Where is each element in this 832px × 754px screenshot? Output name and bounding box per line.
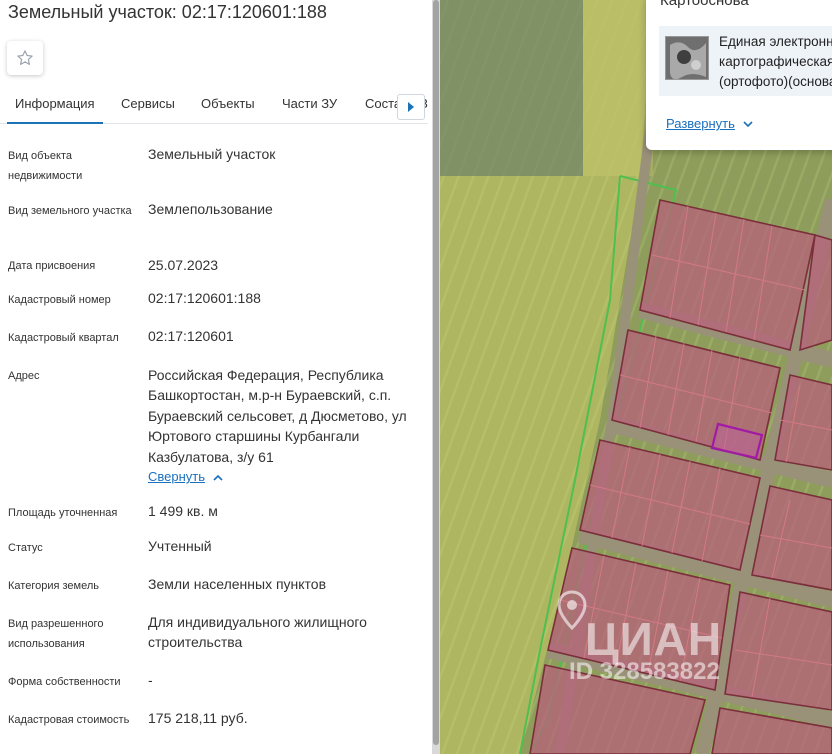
watermark: ЦИАН ID 328583822: [555, 586, 765, 696]
chevron-right-icon: [408, 102, 414, 112]
layer-description: Единая электронная картографическая (орт…: [719, 32, 832, 92]
row-value: 175 218,11 руб.: [148, 710, 248, 726]
layer-card-title: Картооснова: [660, 0, 749, 9]
row-value: Землепользование: [148, 201, 273, 217]
row-value: 1 499 кв. м: [148, 503, 218, 519]
row-label: Кадастровый номер: [8, 294, 111, 306]
row-label: Кадастровая стоимость: [8, 714, 130, 726]
collapse-label: Свернуть: [148, 469, 206, 484]
tab-land-parts[interactable]: Части ЗУ: [282, 96, 337, 111]
tab-information[interactable]: Информация: [7, 96, 103, 124]
layer-line: Единая электронная: [719, 34, 832, 49]
layer-item[interactable]: Единая электронная картографическая (орт…: [659, 26, 832, 96]
expand-label: Развернуть: [666, 116, 735, 131]
row-value: Российская Федерация, Республика Башкорт…: [148, 367, 407, 465]
tab-services[interactable]: Сервисы: [121, 96, 175, 111]
collapse-link[interactable]: Свернуть: [148, 469, 223, 484]
scrollbar-thumb[interactable]: [433, 0, 439, 745]
tab-objects[interactable]: Объекты: [201, 96, 255, 111]
row-value: Для индивидуального жилищного строительс…: [148, 614, 367, 651]
row-value: Земельный участок: [148, 146, 276, 162]
row-value: -: [148, 672, 153, 688]
tab-bar: Информация Сервисы Объекты Части ЗУ Сост…: [0, 84, 428, 124]
row-label: Статус: [8, 542, 43, 554]
basemap-layer-card: Картооснова Единая электронная картограф…: [646, 0, 832, 150]
row-label: Вид объекта недвижимости: [8, 150, 83, 182]
info-panel: Земельный участок: 02:17:120601:188 Инфо…: [0, 0, 432, 754]
row-label: Площадь уточненная: [8, 507, 118, 519]
row-value: 25.07.2023: [148, 257, 219, 273]
row-value: Земли населенных пунктов: [148, 576, 327, 592]
row-label: Вид земельного участка: [8, 205, 132, 217]
chevron-down-icon: [743, 121, 753, 128]
row-value: Учтенный: [148, 538, 212, 554]
row-label: Адрес: [8, 370, 40, 382]
layer-line: (ортофото)(основа): [719, 74, 832, 89]
page-title: Земельный участок: 02:17:120601:188: [8, 2, 327, 22]
tabs-scroll-right-button[interactable]: [397, 94, 425, 120]
row-label: Кадастровый квартал: [8, 332, 119, 344]
row-label: Форма собственности: [8, 676, 121, 688]
expand-link[interactable]: Развернуть: [666, 116, 753, 131]
chevron-up-icon: [213, 474, 223, 481]
row-label: Категория земель: [8, 580, 99, 592]
row-label: Дата присвоения: [8, 260, 96, 272]
row-value: 02:17:120601:188: [148, 290, 261, 306]
layer-thumbnail: [665, 36, 709, 80]
watermark-id: ID 328583822: [569, 658, 720, 685]
star-icon: [17, 50, 33, 65]
row-label: Вид разрешенного использования: [8, 618, 104, 650]
darker-field: [440, 0, 583, 176]
favorite-button[interactable]: [7, 41, 43, 75]
layer-line: картографическая: [719, 54, 832, 69]
row-value: 02:17:120601: [148, 328, 234, 344]
